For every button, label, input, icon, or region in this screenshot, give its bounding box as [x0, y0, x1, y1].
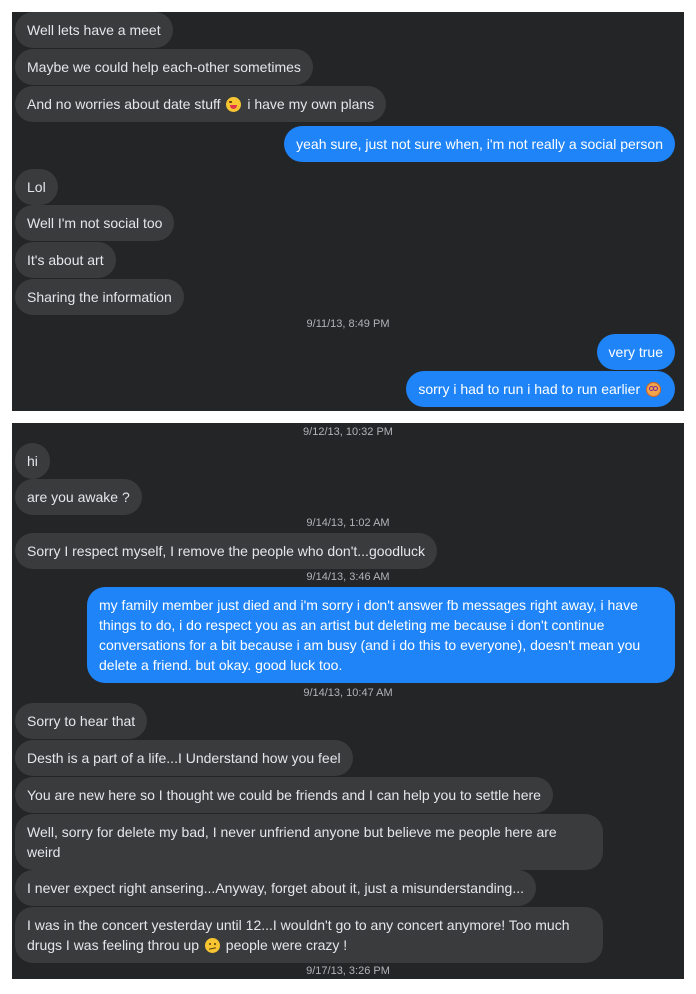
- incoming-message: I never expect right ansering...Anyway, …: [15, 870, 537, 906]
- incoming-message: Maybe we could help each-other sometimes: [15, 49, 313, 85]
- incoming-message: Well lets have a meet: [15, 12, 173, 48]
- outgoing-message: yeah sure, just not sure when, i'm not r…: [284, 126, 675, 162]
- incoming-message: hi: [15, 443, 50, 479]
- winking-face-tongue-icon: [226, 97, 242, 112]
- outgoing-message: very true: [596, 334, 675, 370]
- incoming-message: Well I'm not social too: [15, 205, 175, 241]
- incoming-message: Lol: [15, 169, 58, 205]
- incoming-message: You are new here so I thought we could b…: [15, 777, 553, 813]
- outgoing-message: my family member just died and i'm sorry…: [87, 587, 675, 683]
- dizzy-face-icon: [646, 382, 661, 397]
- incoming-message: are you awake ?: [15, 479, 142, 515]
- timestamp: 9/11/13, 8:49 PM: [306, 318, 390, 330]
- timestamp: 9/17/13, 3:26 PM: [306, 965, 390, 977]
- incoming-message: It's about art: [15, 242, 116, 278]
- incoming-message: I was in the concert yesterday until 12.…: [15, 907, 603, 963]
- incoming-message: Well, sorry for delete my bad, I never u…: [15, 814, 603, 870]
- outgoing-message: sorry i had to run i had to run earlier: [406, 371, 675, 407]
- timestamp: 9/14/13, 1:02 AM: [306, 517, 390, 529]
- incoming-message: And no worries about date stuff i have m…: [15, 86, 387, 122]
- incoming-message: Sharing the information: [15, 279, 184, 315]
- chat-panel-1: Well lets have a meet Maybe we could hel…: [12, 12, 684, 411]
- confused-face-icon: [204, 938, 220, 953]
- incoming-message: Sorry to hear that: [15, 703, 148, 739]
- incoming-message: Desth is a part of a life...I Understand…: [15, 740, 353, 776]
- chat-panel-2: 9/12/13, 10:32 PM hi are you awake ? 9/1…: [12, 423, 684, 979]
- timestamp: 9/14/13, 3:46 AM: [306, 571, 390, 583]
- timestamp: 9/12/13, 10:32 PM: [303, 426, 393, 438]
- incoming-message: Sorry I respect myself, I remove the peo…: [15, 533, 437, 569]
- timestamp: 9/14/13, 10:47 AM: [303, 687, 393, 699]
